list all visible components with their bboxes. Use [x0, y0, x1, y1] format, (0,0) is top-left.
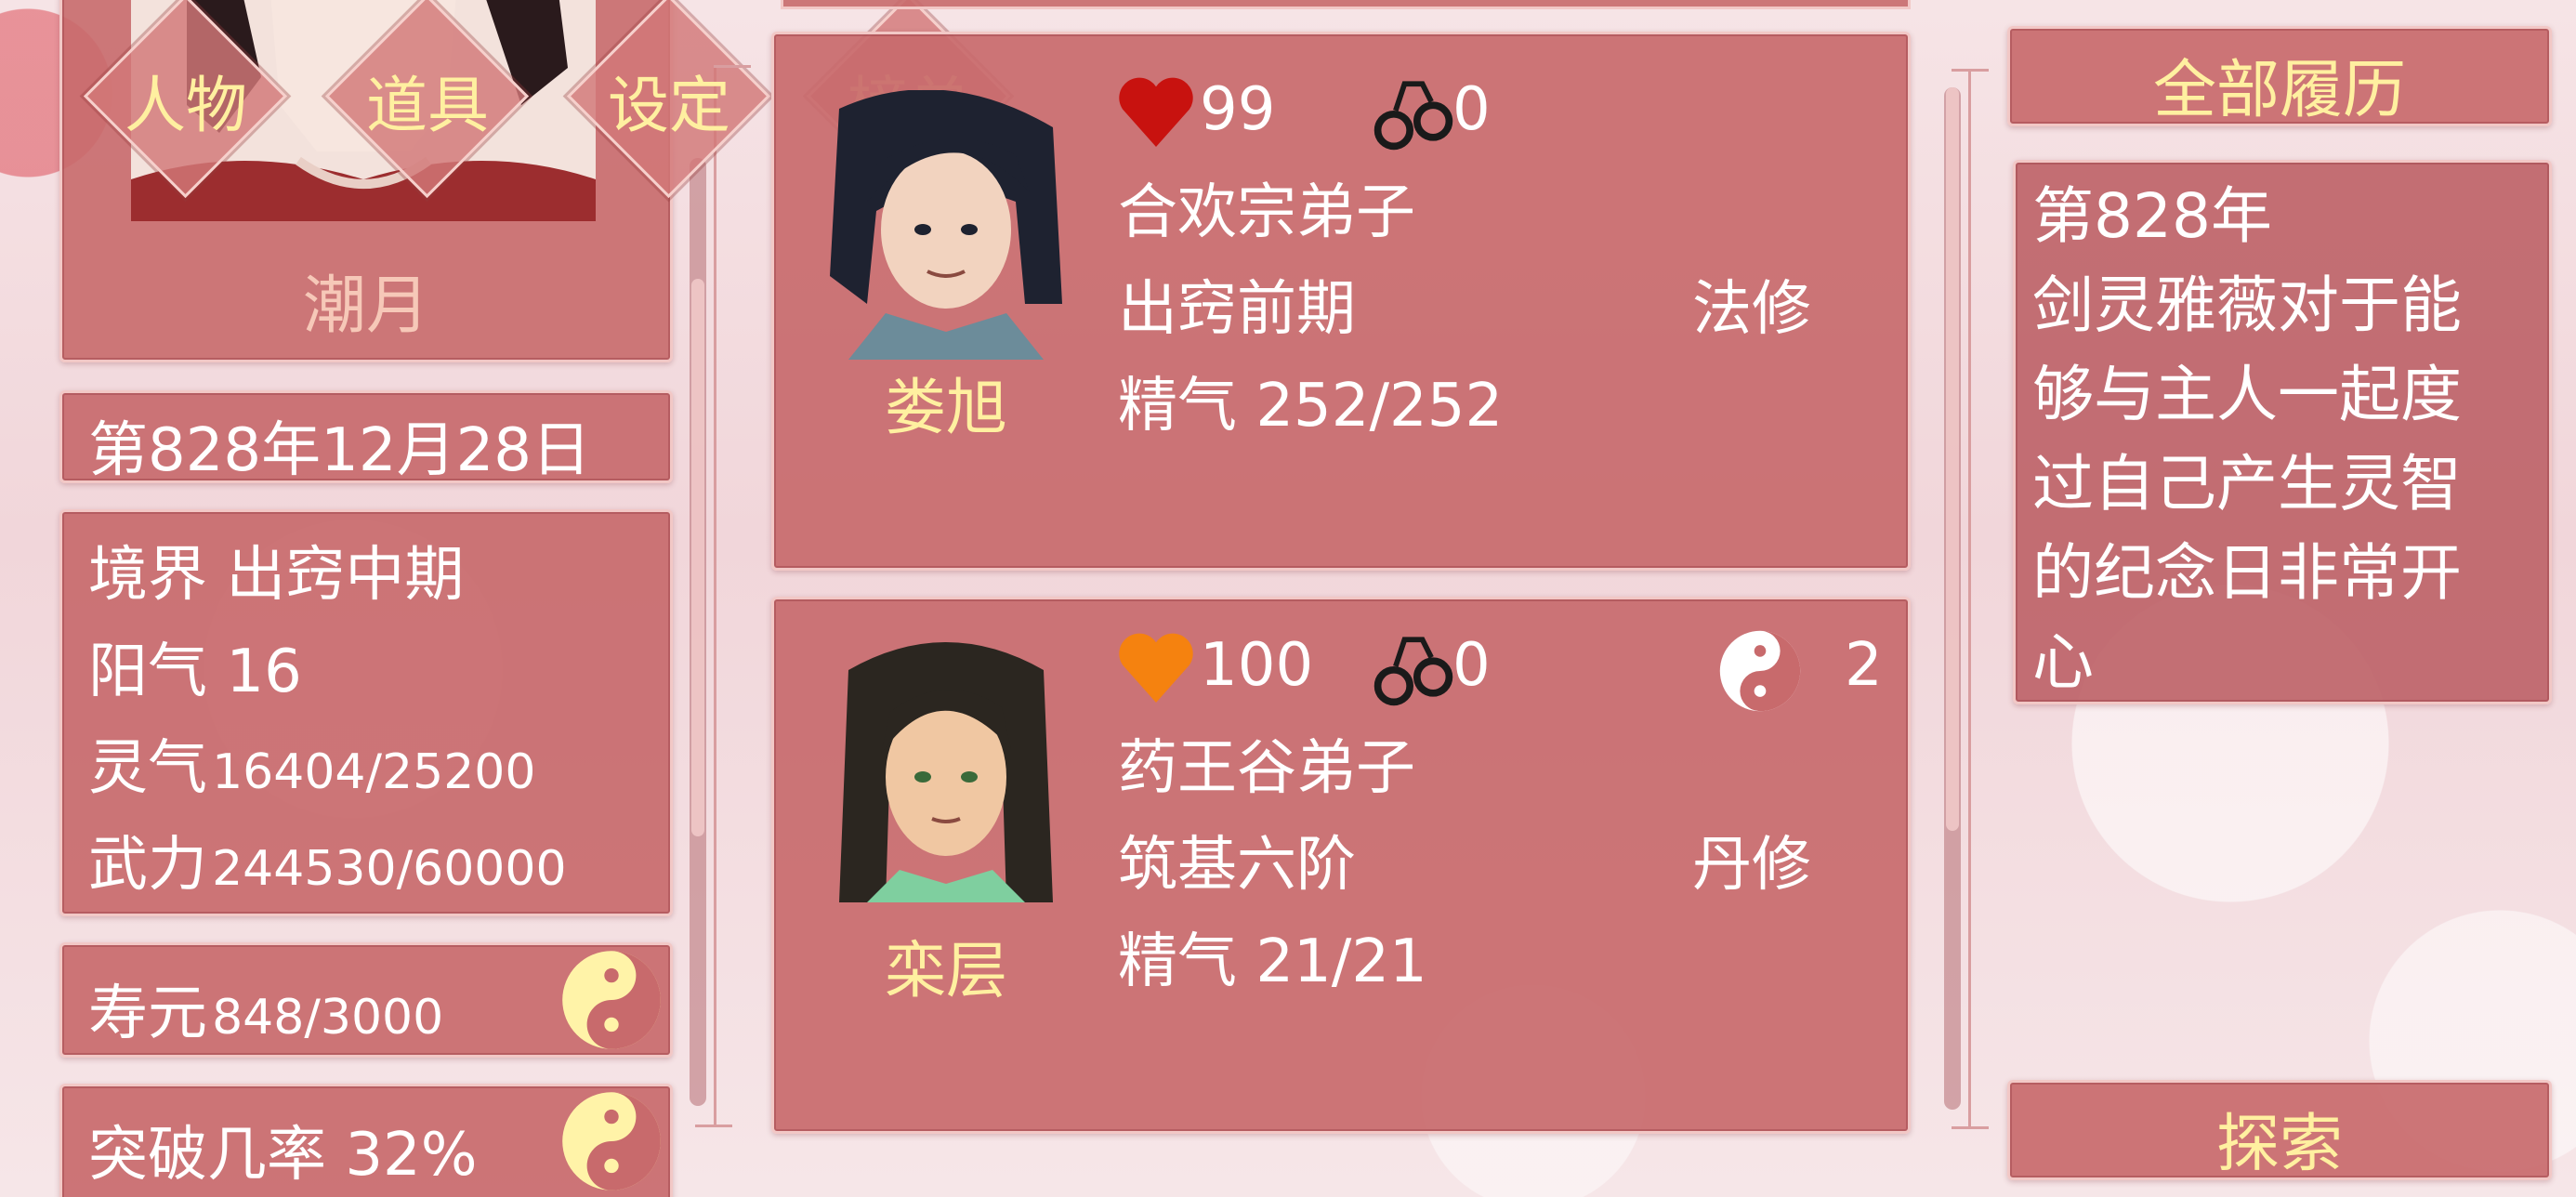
power-label: 武力: [88, 831, 207, 900]
current-date: 第828年12月28日: [88, 416, 592, 485]
character-path: 法修: [1692, 275, 1811, 344]
spirit-value: 16404/25200: [212, 744, 536, 800]
lifespan-label: 寿元: [88, 980, 207, 1048]
spirit-row: 灵气 16404/25200: [88, 720, 535, 806]
character-card[interactable]: 栾层 100 0 2 药王谷弟子 筑基六阶 丹修 精气 21/21: [771, 597, 1911, 1134]
character-sect: 药王谷弟子: [1118, 734, 1415, 803]
left-scrollbar[interactable]: [690, 158, 706, 1106]
left-scroll-rail: [714, 65, 716, 1125]
lifespan-yinyang-icon[interactable]: [560, 949, 663, 1051]
left-scroll-rail-bottom-cap: [695, 1125, 732, 1127]
heart-icon: [1114, 72, 1198, 155]
card-list-scrollbar[interactable]: [1944, 87, 1961, 1110]
tab-characters-label[interactable]: 人物: [84, 56, 288, 145]
yang-label: 阳气: [88, 638, 207, 706]
all-history-button[interactable]: 全部履历: [2007, 26, 2552, 127]
tab-items-label[interactable]: 道具: [325, 56, 530, 145]
right-scroll-rail-top-cap: [1952, 69, 1989, 72]
player-name: 潮月: [302, 270, 429, 343]
stats-panel: 境界 出窍中期 阳气 16 灵气 16404/25200 武力 244530/6…: [59, 509, 673, 916]
realm-label: 境界: [88, 541, 207, 610]
lifespan-value: 848/3000: [212, 990, 444, 1046]
character-essence: 精气 21/21: [1118, 927, 1427, 996]
character-realm: 出窍前期: [1118, 275, 1356, 344]
power-row: 武力 244530/60000: [88, 817, 567, 902]
right-scroll-rail: [1968, 69, 1971, 1128]
character-card[interactable]: 娄旭 99 0 合欢宗弟子 出窍前期 法修 精气 252/252: [771, 32, 1911, 571]
card-list-scrollbar-thumb[interactable]: [1946, 87, 1959, 831]
history-log[interactable]: 第828年 剑灵雅薇对于能 够与主人一起度 过自己产生灵智 的纪念日非常开 心: [2013, 160, 2552, 704]
breakthrough-rate: 突破几率 32%: [88, 1121, 478, 1190]
all-history-button-label: 全部履历: [2152, 54, 2406, 127]
character-sect: 合欢宗弟子: [1118, 178, 1415, 247]
yang-row: 阳气 16: [88, 624, 302, 709]
breakthrough-panel: 突破几率 32%: [59, 1084, 673, 1197]
bond-value: 0: [1452, 631, 1491, 700]
tab-settings-label[interactable]: 设定: [567, 56, 771, 145]
card-list-top-edge: [781, 0, 1911, 9]
character-name: 娄旭: [885, 372, 1007, 443]
power-value: 244530/60000: [212, 841, 567, 897]
lifespan-row: 寿元 848/3000: [88, 966, 443, 1051]
lifespan-panel: 寿元 848/3000: [59, 942, 673, 1058]
right-scroll-rail-bottom-cap: [1952, 1126, 1989, 1129]
character-essence: 精气 252/252: [1118, 372, 1504, 441]
affection-value: 99: [1200, 75, 1276, 144]
character-path: 丹修: [1692, 831, 1811, 900]
yinyang-icon: [1718, 629, 1802, 713]
affection-value: 100: [1200, 631, 1314, 700]
dual-cultivation-count: 2: [1845, 631, 1883, 700]
character-avatar: [811, 90, 1081, 360]
explore-button-label: 探索: [2215, 1108, 2343, 1181]
heart-icon: [1114, 627, 1198, 711]
bond-value: 0: [1452, 75, 1491, 144]
spirit-label: 灵气: [88, 734, 207, 803]
character-avatar: [811, 633, 1081, 902]
breakthrough-yinyang-icon[interactable]: [560, 1090, 663, 1192]
yang-value: 16: [226, 638, 302, 706]
left-scrollbar-thumb[interactable]: [691, 279, 704, 836]
character-realm: 筑基六阶: [1118, 831, 1356, 900]
handcuffs-icon: [1369, 66, 1458, 155]
date-panel: 第828年12月28日: [59, 390, 673, 485]
history-log-text: 第828年 剑灵雅薇对于能 够与主人一起度 过自己产生灵智 的纪念日非常开 心: [2032, 180, 2462, 698]
character-name: 栾层: [885, 935, 1007, 1006]
realm-row: 境界 出窍中期: [88, 527, 464, 612]
handcuffs-icon: [1369, 622, 1458, 711]
explore-button[interactable]: 探索: [2007, 1080, 2552, 1181]
left-scroll-rail-top-cap: [714, 65, 751, 68]
realm-value: 出窍中期: [226, 541, 465, 610]
